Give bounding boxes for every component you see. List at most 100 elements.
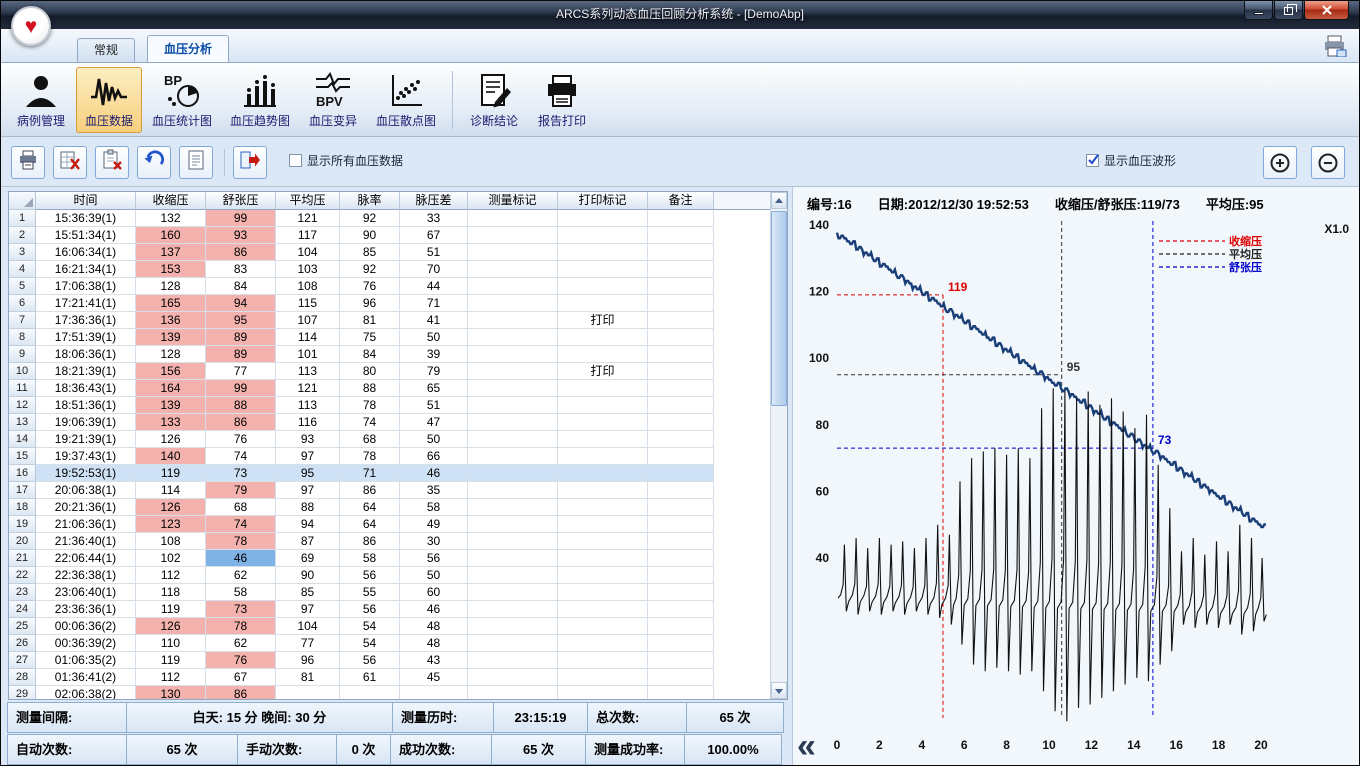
delete-record-button[interactable] (53, 146, 87, 179)
table-row[interactable]: 1118:36:43(1)164991218865 (9, 380, 770, 397)
table-cell (558, 499, 648, 516)
table-row[interactable]: 2222:36:38(1)11262905650 (9, 567, 770, 584)
titlebar: ARCS系列动态血压回顾分析系统 - [DemoAbp] (1, 1, 1359, 29)
close-button[interactable] (1304, 1, 1349, 20)
minimize-button[interactable] (1244, 1, 1273, 20)
table-cell: 01:06:35(2) (36, 652, 136, 669)
select-all-cell[interactable] (9, 192, 36, 210)
export-button[interactable] (233, 146, 267, 179)
column-header[interactable]: 打印标记 (558, 192, 648, 210)
status-label: 成功次数: (390, 734, 492, 765)
table-cell (468, 652, 558, 669)
table-row[interactable]: 316:06:34(1)137861048551 (9, 244, 770, 261)
table-row[interactable]: 2902:06:38(2)13086 (9, 686, 770, 699)
show-waveform-checkbox[interactable]: 显示血压波形 (1086, 152, 1176, 169)
table-row[interactable]: 1921:06:36(1)12374946449 (9, 516, 770, 533)
table-cell: 15:36:39(1) (36, 210, 136, 227)
checkbox-box (1086, 154, 1099, 167)
ribbon-diagnosis-button[interactable]: 诊断结论 (461, 67, 527, 133)
collapse-panel-button[interactable]: « (797, 731, 816, 761)
ribbon-button-label: 血压变异 (309, 112, 357, 129)
table-row[interactable]: 517:06:38(1)128841087644 (9, 278, 770, 295)
table-cell: 58 (400, 499, 468, 516)
page-setup-icon[interactable] (1323, 35, 1347, 57)
column-header[interactable]: 时间 (36, 192, 136, 210)
report-button[interactable] (179, 146, 213, 179)
row-number: 2 (9, 227, 36, 244)
column-header[interactable]: 收缩压 (136, 192, 206, 210)
table-row[interactable]: 2701:06:35(2)11976965643 (9, 652, 770, 669)
clear-data-button[interactable] (95, 146, 129, 179)
ribbon-trend-button[interactable]: 血压趋势图 (222, 67, 298, 133)
table-cell: 99 (206, 380, 276, 397)
undo-button[interactable] (137, 146, 171, 179)
ribbon-patient-button[interactable]: 病例管理 (8, 67, 74, 133)
scroll-down-button[interactable] (771, 682, 787, 699)
table-row[interactable]: 1018:21:39(1)156771138079打印 (9, 363, 770, 380)
table-row[interactable]: 215:51:34(1)160931179067 (9, 227, 770, 244)
zoom-in-button[interactable] (1263, 146, 1297, 179)
table-cell: 15:51:34(1) (36, 227, 136, 244)
table-cell (648, 618, 714, 635)
ribbon-waveform-button[interactable]: 血压数据 (76, 67, 142, 133)
table-cell (468, 584, 558, 601)
scroll-up-button[interactable] (771, 192, 787, 209)
tab-general[interactable]: 常规 (77, 38, 135, 62)
table-row[interactable]: 1619:52:53(1)11973957146 (9, 465, 770, 482)
table-cell: 71 (400, 295, 468, 312)
table-row[interactable]: 817:51:39(1)139891147550 (9, 329, 770, 346)
ribbon-button-label: 血压散点图 (376, 112, 436, 129)
table-row[interactable]: 416:21:34(1)153831039270 (9, 261, 770, 278)
table-row[interactable]: 115:36:39(1)132991219233 (9, 210, 770, 227)
column-header[interactable]: 舒张压 (206, 192, 276, 210)
ribbon-scatter-button[interactable]: 血压散点图 (368, 67, 444, 133)
column-header[interactable]: 脉率 (340, 192, 400, 210)
status-value: 65 次 (491, 734, 586, 765)
table-row[interactable]: 1218:51:36(1)139881137851 (9, 397, 770, 414)
table-row[interactable]: 918:06:36(1)128891018439 (9, 346, 770, 363)
restore-button[interactable] (1274, 1, 1303, 20)
column-header[interactable]: 备注 (648, 192, 714, 210)
table-cell: 112 (136, 567, 206, 584)
table-row[interactable]: 717:36:36(1)136951078141打印 (9, 312, 770, 329)
row-number: 27 (9, 652, 36, 669)
table-row[interactable]: 1820:21:36(1)12668886458 (9, 499, 770, 516)
table-row[interactable]: 2323:06:40(1)11858855560 (9, 584, 770, 601)
table-row[interactable]: 2423:36:36(1)11973975646 (9, 601, 770, 618)
table-scrollbar[interactable] (770, 192, 787, 699)
table-row[interactable]: 617:21:41(1)165941159671 (9, 295, 770, 312)
table-row[interactable]: 2122:06:44(1)10246695856 (9, 550, 770, 567)
app-logo-heart-icon[interactable]: ♥ (11, 6, 51, 46)
svg-text:12: 12 (1085, 738, 1099, 752)
table-cell: 81 (276, 669, 340, 686)
print-button[interactable] (11, 146, 45, 179)
table-cell: 89 (206, 329, 276, 346)
table-cell: 107 (276, 312, 340, 329)
svg-text:BPV: BPV (316, 94, 343, 109)
table-row[interactable]: 2500:06:36(2)126781045448 (9, 618, 770, 635)
table-row[interactable]: 2600:36:39(2)11062775448 (9, 635, 770, 652)
column-header[interactable]: 平均压 (276, 192, 340, 210)
ribbon-bpv-button[interactable]: BPV 血压变异 (300, 67, 366, 133)
show-all-data-checkbox[interactable]: 显示所有血压数据 (289, 152, 403, 169)
zoom-out-button[interactable] (1311, 146, 1345, 179)
table-row[interactable]: 1519:37:43(1)14074977866 (9, 448, 770, 465)
table-row[interactable]: 2801:36:41(2)11267816145 (9, 669, 770, 686)
tab-bp-analysis[interactable]: 血压分析 (147, 35, 229, 62)
table-cell: 74 (206, 448, 276, 465)
table-cell: 77 (206, 363, 276, 380)
column-header[interactable]: 脉压差 (400, 192, 468, 210)
table-row[interactable]: 1419:21:39(1)12676936850 (9, 431, 770, 448)
table-cell: 78 (206, 533, 276, 550)
ribbon-bp-stats-button[interactable]: BP血压统计图 (144, 67, 220, 133)
ribbon-printer-button[interactable]: 报告打印 (529, 67, 595, 133)
column-header[interactable]: 测量标记 (468, 192, 558, 210)
table-cell: 119 (136, 601, 206, 618)
table-row[interactable]: 2021:36:40(1)10878878630 (9, 533, 770, 550)
table-cell: 16:21:34(1) (36, 261, 136, 278)
table-cell (648, 686, 714, 699)
close-icon (1322, 5, 1332, 15)
scrollbar-thumb[interactable] (771, 211, 787, 406)
table-row[interactable]: 1720:06:38(1)11479978635 (9, 482, 770, 499)
table-row[interactable]: 1319:06:39(1)133861167447 (9, 414, 770, 431)
